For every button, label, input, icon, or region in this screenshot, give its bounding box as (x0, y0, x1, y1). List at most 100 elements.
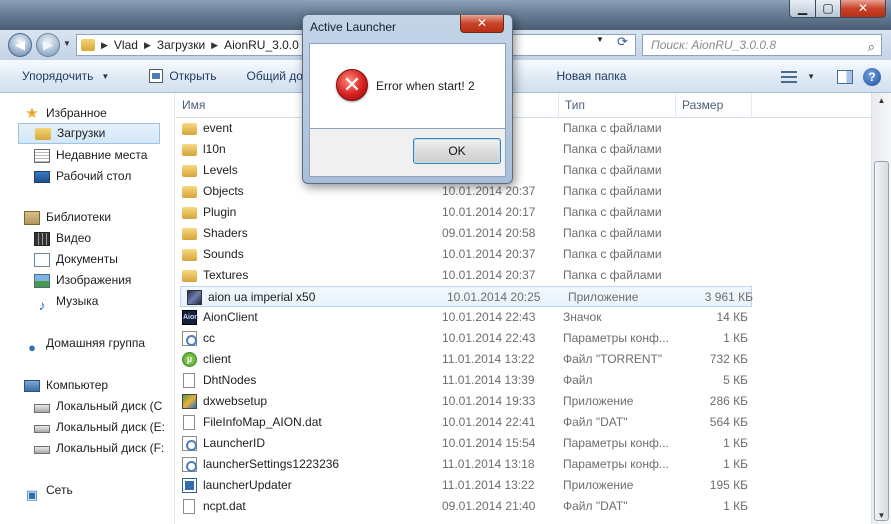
back-button[interactable]: ◀ (8, 33, 32, 57)
chevron-right-icon[interactable]: ▶ (211, 40, 218, 51)
chevron-down-icon[interactable]: ▼ (807, 72, 815, 81)
nav-drive-e[interactable]: Локальный диск (E: (34, 417, 168, 438)
config-icon (182, 436, 197, 451)
file-type: Файл "DAT" (563, 415, 628, 429)
file-date: 10.01.2014 20:37 (442, 247, 536, 261)
file-name-cell: Plugin (182, 202, 432, 223)
nav-network[interactable]: ▣ Сеть (24, 480, 168, 502)
network-icon: ▣ (25, 486, 39, 502)
file-name: dxwebsetup (203, 394, 268, 408)
view-options-icon[interactable] (781, 70, 798, 83)
folder-icon (182, 248, 197, 261)
file-row[interactable]: event24Папка с файлами (176, 118, 871, 139)
dialog-close-button[interactable]: ✕ (460, 15, 504, 33)
file-name-cell: LauncherID (182, 433, 432, 454)
file-type: Папка с файлами (563, 121, 662, 135)
search-input[interactable]: Поиск: AionRU_3.0.0.8 ⌕ (642, 34, 882, 56)
file-row[interactable]: launcherUpdater 11.01.2014 13:22 Приложени… (176, 475, 871, 496)
nav-video[interactable]: Видео (34, 228, 168, 249)
search-icon[interactable]: ⌕ (868, 37, 875, 57)
file-date: 11.01.2014 13:22 (442, 478, 535, 492)
file-row[interactable]: cc 10.01.2014 22:43 Параметры конф... 1 КБ (176, 328, 871, 349)
file-name-cell: Aion AionClient (182, 307, 432, 328)
folder-icon (182, 269, 197, 282)
file-row[interactable]: Plugin 10.01.2014 20:17 Папка с файлами (176, 202, 871, 223)
open-button[interactable]: Открыть (119, 60, 226, 93)
nav-label: Музыка (56, 294, 99, 308)
nav-computer[interactable]: Компьютер (24, 375, 168, 396)
file-row[interactable]: ncpt.dat 09.01.2014 21:40 Файл "DAT" 1 КБ (176, 496, 871, 517)
file-name: launcherSettings1223236 (203, 457, 340, 471)
file-row[interactable]: FileInfoMap_AION.dat 10.01.2014 22:41 Файл… (176, 412, 871, 433)
torrent-icon: µ (182, 352, 197, 367)
nav-drive-f[interactable]: Локальный диск (F: (34, 438, 168, 459)
file-date: 11.01.2014 13:39 (442, 373, 535, 387)
images-icon (34, 273, 50, 288)
breadcrumb-item[interactable]: AionRU_3.0.0 (224, 38, 299, 52)
close-button[interactable]: ✕ (840, 0, 886, 18)
scroll-down-icon[interactable]: ▼ (872, 508, 891, 524)
ok-button[interactable]: OK (413, 138, 501, 164)
file-row[interactable]: Textures 10.01.2014 20:37 Папка с файлами (176, 265, 871, 286)
nav-documents[interactable]: Документы (34, 249, 168, 270)
forward-button[interactable]: ▶ (36, 33, 60, 57)
nav-desktop[interactable]: Рабочий стол (34, 166, 168, 187)
file-row[interactable]: dxwebsetup 10.01.2014 19:33 Приложение 286 … (176, 391, 871, 412)
scrollbar-thumb[interactable] (874, 161, 889, 521)
chevron-right-icon[interactable]: ▶ (144, 40, 151, 51)
file-row[interactable]: LauncherID 10.01.2014 15:54 Параметры конф… (176, 433, 871, 454)
app-icon (187, 290, 202, 305)
nav-recent[interactable]: Недавние места (34, 145, 168, 166)
nav-label: Документы (56, 252, 118, 266)
file-row[interactable]: µ client 11.01.2014 13:22 Файл "TORRENT" 732… (176, 349, 871, 370)
file-name-cell: aion ua imperial x50 (187, 287, 437, 308)
homegroup-icon: ● (28, 339, 36, 355)
file-row[interactable]: launcherSettings1223236 11.01.2014 13:18 П… (176, 454, 871, 475)
file-row[interactable]: Shaders 09.01.2014 20:58 Папка с файлами (176, 223, 871, 244)
nav-images[interactable]: Изображения (34, 270, 168, 291)
file-name: Sounds (203, 247, 244, 261)
pane-splitter[interactable] (168, 93, 175, 524)
nav-downloads[interactable]: Загрузки (18, 123, 160, 144)
computer-icon (24, 379, 40, 392)
file-row[interactable]: l10n09Папка с файлами (176, 139, 871, 160)
nav-homegroup[interactable]: ● Домашняя группа (24, 333, 168, 355)
minimize-button[interactable]: ▁ (789, 0, 816, 18)
breadcrumb-item[interactable]: Vlad (114, 38, 138, 52)
maximize-button[interactable]: ▢ (815, 0, 841, 18)
nav-favorites[interactable]: ★ Избранное (24, 103, 168, 124)
file-name: Levels (203, 163, 238, 177)
dialog-body: ✕ Error when start! 2 (309, 43, 506, 129)
file-type: Папка с файлами (563, 163, 662, 177)
help-icon[interactable]: ? (863, 67, 881, 86)
file-row[interactable]: Sounds 10.01.2014 20:37 Папка с файлами (176, 244, 871, 265)
file-row[interactable]: Objects 10.01.2014 20:37 Папка с файлами (176, 181, 871, 202)
file-row[interactable]: aion ua imperial x50 10.01.2014 20:25 Прил… (180, 286, 753, 308)
vertical-scrollbar[interactable]: ▲ ▼ (871, 93, 891, 524)
chevron-right-icon[interactable]: ▶ (101, 40, 108, 51)
file-name: DhtNodes (203, 373, 257, 387)
organize-button[interactable]: Упорядочить ▼ (0, 60, 119, 93)
file-size: 195 КБ (709, 478, 748, 492)
column-header-size[interactable]: Размер (676, 93, 752, 118)
video-icon (34, 231, 50, 246)
file-name-cell: ncpt.dat (182, 496, 432, 517)
refresh-icon[interactable]: ⟳ (617, 34, 628, 50)
minimize-icon: ▁ (797, 1, 808, 15)
file-name-cell: launcherSettings1223236 (182, 454, 432, 475)
nav-drive-c[interactable]: Локальный диск (C (34, 396, 168, 417)
recent-pages-dropdown[interactable]: ▼ (63, 39, 71, 48)
column-header-type[interactable]: Тип (559, 93, 676, 118)
preview-pane-icon[interactable] (837, 69, 853, 84)
nav-libraries[interactable]: Библиотеки (24, 207, 168, 228)
breadcrumb-item[interactable]: Загрузки (157, 38, 205, 52)
file-row[interactable]: Levels09Папка с файлами (176, 160, 871, 181)
nav-music[interactable]: ♪ Музыка (34, 291, 168, 313)
scroll-up-icon[interactable]: ▲ (872, 93, 891, 109)
file-row[interactable]: Aion AionClient 10.01.2014 22:43 Значок 14 К… (176, 307, 871, 328)
address-dropdown[interactable]: ▼ (596, 35, 604, 44)
file-name-cell: µ client (182, 349, 432, 370)
file-name-cell: launcherUpdater (182, 475, 432, 496)
file-type: Приложение (563, 394, 634, 408)
file-row[interactable]: DhtNodes 11.01.2014 13:39 Файл 5 КБ (176, 370, 871, 391)
